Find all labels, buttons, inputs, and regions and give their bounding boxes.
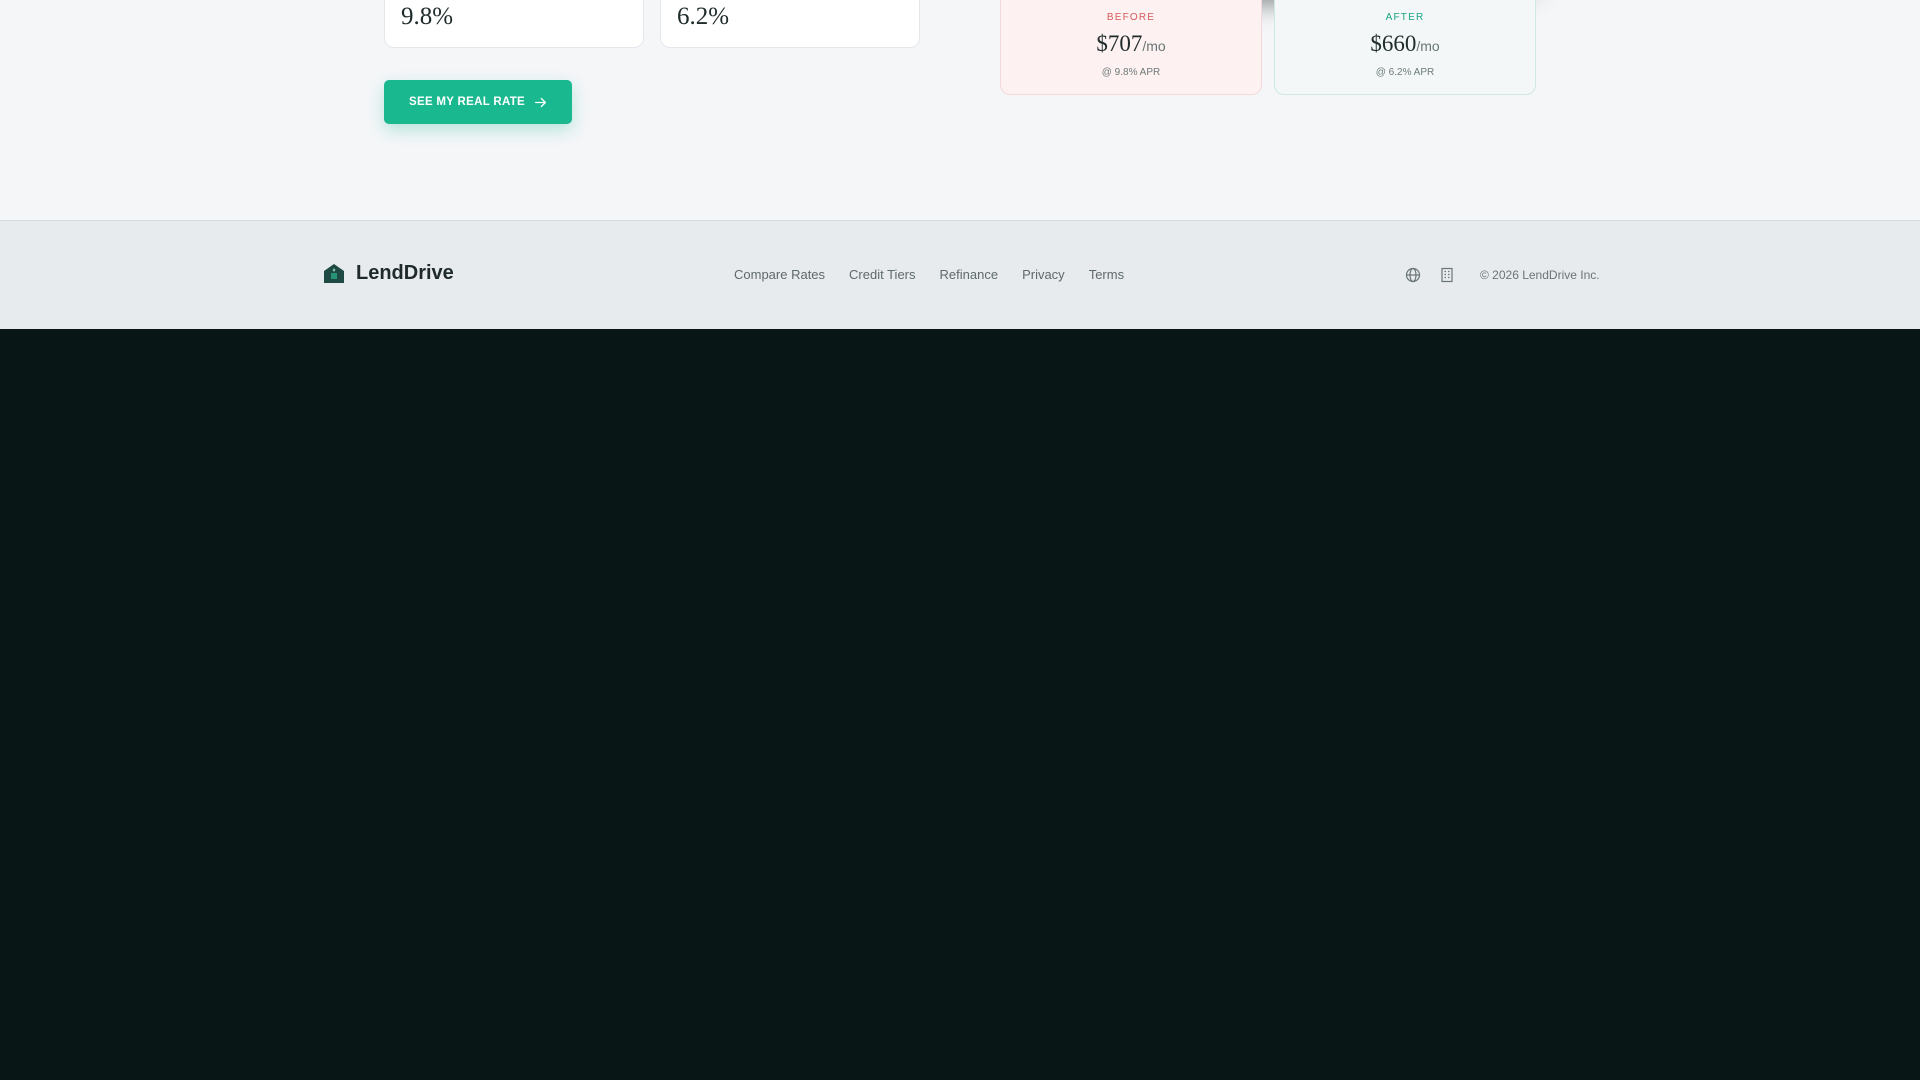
before-amount-value: $707: [1096, 31, 1143, 56]
rate-calculator-section: 9.8% 6.2% SEE MY REAL RATE BEFORE $707/m…: [0, 0, 1920, 220]
arrow-right-icon: [534, 97, 547, 107]
before-amount: $707/mo: [1001, 31, 1261, 57]
current-rate-value: 9.8%: [401, 3, 454, 30]
cta-label: SEE MY REAL RATE: [409, 96, 525, 108]
before-payment-card: BEFORE $707/mo @ 9.8% APR: [1000, 0, 1262, 95]
building-icon[interactable]: [1438, 266, 1456, 284]
site-footer: LendDrive Compare Rates Credit Tiers Ref…: [0, 220, 1920, 329]
after-amount-unit: /mo: [1416, 38, 1440, 54]
before-amount-unit: /mo: [1142, 38, 1166, 54]
brand-name: LendDrive: [356, 261, 454, 284]
see-my-real-rate-button[interactable]: SEE MY REAL RATE: [384, 80, 572, 124]
after-amount-value: $660: [1370, 31, 1417, 56]
brand-logo[interactable]: LendDrive: [322, 261, 454, 285]
home-logo-icon: [324, 264, 344, 283]
footer-link-refinance[interactable]: Refinance: [940, 267, 999, 282]
footer-link-compare-rates[interactable]: Compare Rates: [734, 267, 825, 282]
footer-link-credit-tiers[interactable]: Credit Tiers: [849, 267, 915, 282]
footer-icons: [1404, 266, 1456, 284]
before-label: BEFORE: [1106, 12, 1156, 23]
footer-link-privacy[interactable]: Privacy: [1022, 267, 1065, 282]
before-apr: @ 9.8% APR: [1101, 67, 1161, 78]
copyright-text: © 2026 LendDrive Inc.: [1480, 268, 1600, 282]
new-rate-value: 6.2%: [677, 3, 730, 30]
after-apr: @ 6.2% APR: [1375, 67, 1435, 78]
current-rate-field[interactable]: 9.8%: [384, 0, 644, 48]
after-payment-card: AFTER $660/mo @ 6.2% APR: [1274, 0, 1536, 95]
footer-nav: Compare Rates Credit Tiers Refinance Pri…: [734, 267, 1124, 282]
new-rate-field[interactable]: 6.2%: [660, 0, 920, 48]
after-amount: $660/mo: [1275, 31, 1535, 57]
after-label: AFTER: [1385, 12, 1425, 23]
footer-link-terms[interactable]: Terms: [1089, 267, 1124, 282]
globe-icon[interactable]: [1404, 266, 1422, 284]
